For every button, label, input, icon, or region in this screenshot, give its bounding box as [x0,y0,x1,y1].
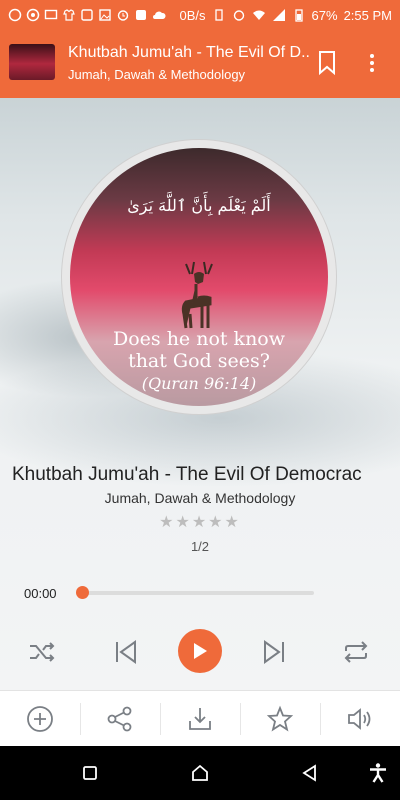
artwork-quote: Does he not know that God sees? [90,328,308,372]
clock: 2:55 PM [343,7,392,23]
share-icon [107,706,132,732]
play-icon [194,643,207,659]
recent-apps-button[interactable] [78,761,102,785]
wifi-icon [252,10,265,20]
bottom-action-bar [0,690,400,747]
shirt-icon [63,9,75,21]
repeat-button[interactable] [336,632,376,672]
player-background: أَلَمْ يَعْلَم بِأَنَّ ٱللَّهَ يَرَىٰ Do… [0,98,400,690]
more-options-icon[interactable] [366,50,378,76]
rating-stars[interactable]: ★★★★★ [0,512,400,532]
track-subtitle: Jumah, Dawah & Methodology [104,490,296,506]
seek-bar-thumb[interactable] [76,586,89,599]
album-art: أَلَمْ يَعْلَم بِأَنَّ ٱللَّهَ يَرَىٰ Do… [70,148,328,406]
back-icon [302,764,316,782]
app-bar: Khutbah Jumu'ah - The Evil Of D.. Jumah,… [0,30,400,98]
shuffle-button[interactable] [22,632,62,672]
notification-icon [81,9,93,21]
track-title: Khutbah Jumu'ah - The Evil Of Democrac [12,464,362,485]
download-icon [189,708,211,730]
status-bar: 0B/s 67% 2:55 PM [0,0,400,30]
message-icon [44,9,58,20]
accessibility-button[interactable] [366,761,390,785]
album-art-disc: أَلَمْ يَعْلَم بِأَنَّ ٱللَّهَ يَرَىٰ Do… [62,140,336,414]
seek-bar[interactable] [76,586,314,599]
shuffle-icon [30,642,55,662]
track-position: 1/2 [190,539,210,554]
alarm-icon [117,10,129,21]
gallery-icon [99,9,111,21]
signal-icon [272,9,285,21]
play-button[interactable] [178,629,222,673]
chat-bubble-icon [8,8,22,22]
skip-next-icon [264,640,284,664]
home-button[interactable] [188,761,212,785]
bookmark-icon[interactable] [316,50,338,76]
add-to-playlist-button[interactable] [0,691,80,747]
accessibility-icon [370,763,386,783]
favorite-button[interactable] [240,691,320,747]
album-thumbnail[interactable] [9,44,55,80]
artwork-quote-line2: that God sees? [128,350,270,372]
system-navigation-bar [0,746,400,800]
battery-level: 67% [311,7,338,23]
volume-button[interactable] [320,691,400,747]
repeat-icon [344,641,368,663]
vibrate-icon [214,9,223,21]
app-bar-title: Khutbah Jumu'ah - The Evil Of D.. [68,44,310,61]
elapsed-time: 00:00 [24,586,57,601]
download-button[interactable] [160,691,240,747]
alarm-clock-icon [233,10,244,21]
back-button[interactable] [298,761,322,785]
next-button[interactable] [254,632,294,672]
artwork-arabic-text: أَلَمْ يَعْلَم بِأَنَّ ٱللَّهَ يَرَىٰ [127,196,271,215]
share-button[interactable] [80,691,160,747]
artwork-reference: (Quran 96:14) [141,374,257,393]
skip-previous-icon [116,640,136,664]
volume-icon [348,708,371,730]
recents-icon [83,766,97,780]
artwork-quote-line1: Does he not know [112,328,286,350]
battery-icon [294,9,303,22]
cloud-icon [153,11,166,19]
star-icon [266,705,294,732]
media-icon [136,10,146,20]
network-speed: 0B/s [179,7,206,23]
add-circle-icon [27,706,53,732]
deer-illustration [181,261,213,329]
home-icon [192,764,208,781]
app-bar-subtitle: Jumah, Dawah & Methodology [68,67,246,82]
whatsapp-icon [26,8,40,22]
previous-button[interactable] [106,632,146,672]
